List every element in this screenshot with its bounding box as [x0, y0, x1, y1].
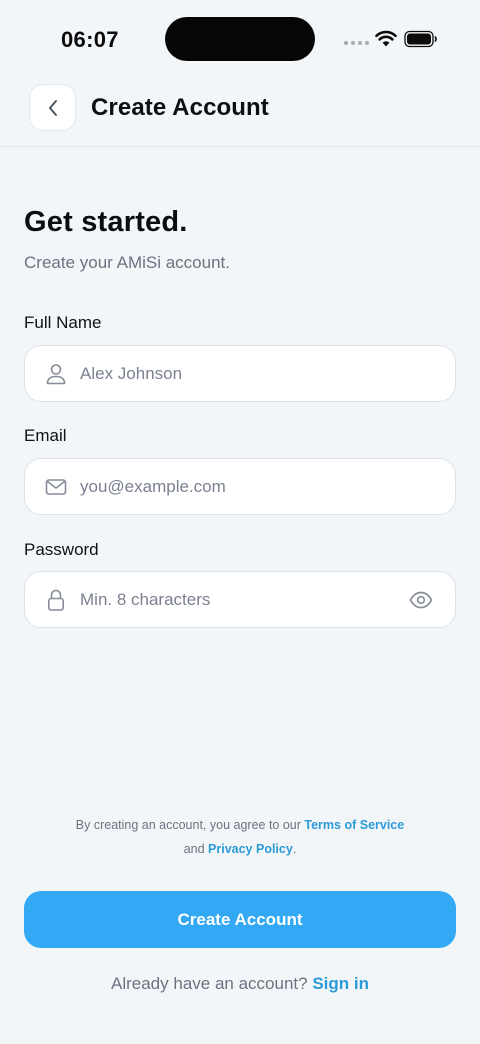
- status-bar: 06:07: [0, 0, 480, 80]
- full-name-field[interactable]: [24, 345, 456, 402]
- terms-of-service-link[interactable]: Terms of Service: [304, 818, 404, 832]
- cellular-signal-icon: [344, 41, 369, 45]
- full-name-input[interactable]: [80, 346, 400, 401]
- terms-prefix: By creating an account, you agree to our: [75, 818, 301, 832]
- create-account-screen: 06:07 Create Account Get started. Create…: [0, 0, 480, 1044]
- email-input[interactable]: [80, 459, 400, 514]
- lock-icon: [45, 588, 67, 612]
- wifi-icon: [375, 30, 397, 47]
- email-field[interactable]: [24, 458, 456, 515]
- terms-line-1: By creating an account, you agree to our…: [0, 813, 480, 837]
- create-account-button[interactable]: Create Account: [24, 891, 456, 948]
- terms-suffix: .: [292, 842, 297, 856]
- password-field[interactable]: [24, 571, 456, 628]
- intro-heading: Get started.: [24, 206, 188, 238]
- page-title: Create Account: [91, 94, 269, 121]
- mail-icon: [45, 475, 67, 499]
- person-icon: [45, 362, 67, 386]
- signin-prompt: Already have an account?: [111, 974, 308, 993]
- terms-line-2: and Privacy Policy.: [0, 837, 480, 861]
- status-time: 06:07: [61, 27, 119, 52]
- battery-icon: [404, 30, 437, 48]
- chevron-left-icon: [48, 99, 57, 116]
- password-label: Password: [24, 540, 99, 559]
- full-name-label: Full Name: [24, 313, 102, 332]
- terms-notice: By creating an account, you agree to our…: [0, 813, 480, 861]
- intro-subheading: Create your AMiSi account.: [24, 253, 230, 272]
- back-button[interactable]: [29, 84, 76, 131]
- password-input[interactable]: [80, 572, 400, 627]
- eye-icon[interactable]: [409, 589, 433, 611]
- terms-conjunction: and: [183, 842, 205, 856]
- nav-header: Create Account: [0, 80, 480, 147]
- email-label: Email: [24, 426, 67, 445]
- dynamic-island: [165, 17, 315, 61]
- sign-in-link[interactable]: Sign in: [312, 974, 369, 993]
- signin-prompt-row: Already have an account? Sign in: [0, 974, 480, 994]
- privacy-policy-link[interactable]: Privacy Policy: [208, 842, 293, 856]
